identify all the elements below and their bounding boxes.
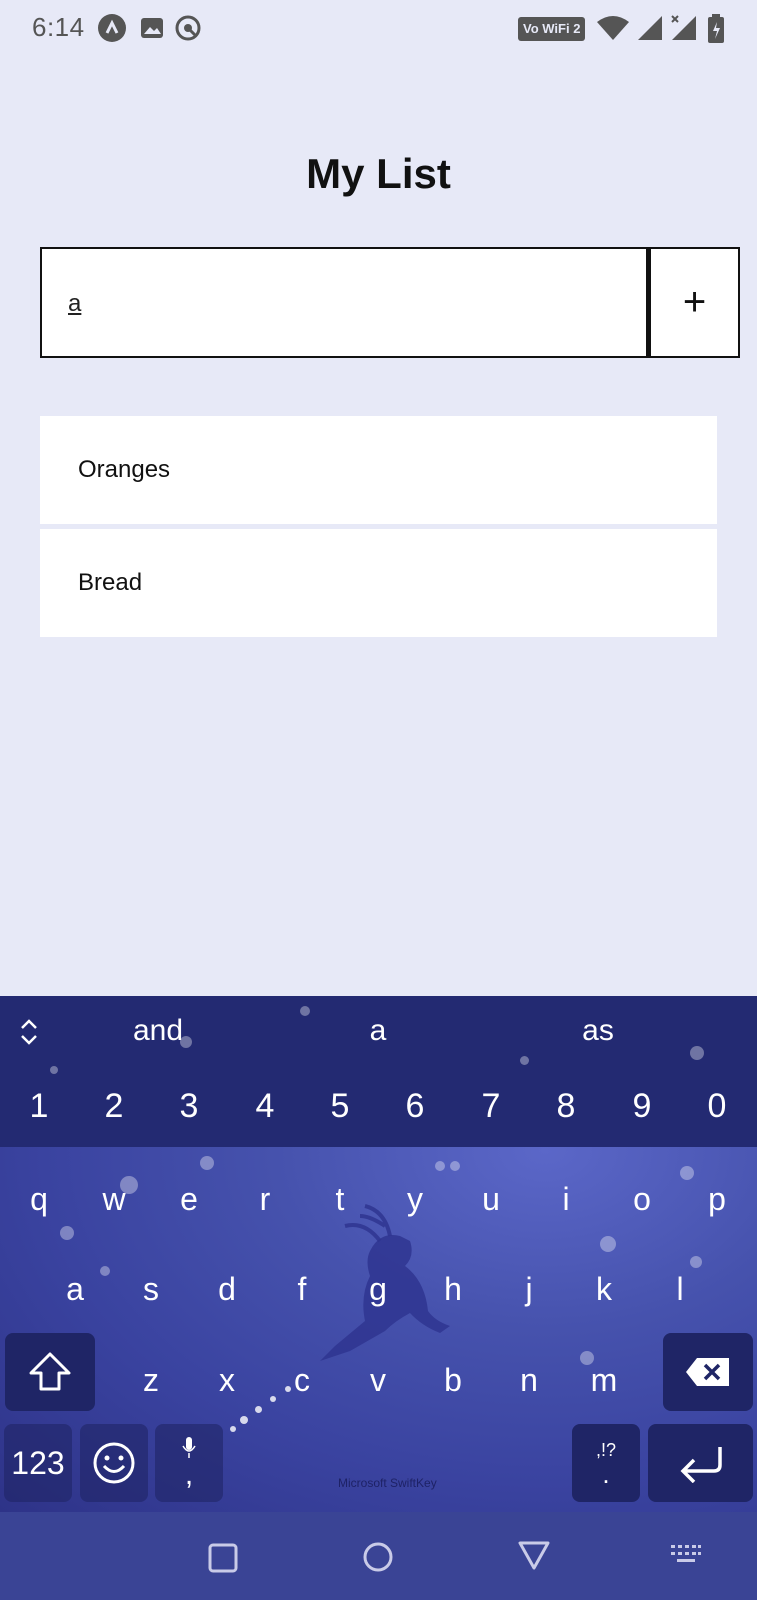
key-l[interactable]: l [650,1271,710,1308]
key-v[interactable]: v [348,1362,408,1399]
key-4[interactable]: 4 [235,1087,295,1126]
suggestion-2[interactable]: a [318,1014,438,1048]
image-icon [138,14,166,42]
battery-icon [706,14,726,43]
list-item-label: Oranges [78,456,171,483]
emoji-key[interactable] [80,1424,148,1502]
back-icon[interactable] [517,1538,551,1572]
key-b[interactable]: b [423,1362,483,1399]
recents-icon[interactable] [207,1542,239,1574]
key-j[interactable]: j [499,1271,559,1308]
key-y[interactable]: y [385,1181,445,1218]
enter-key[interactable] [648,1424,753,1502]
key-x[interactable]: x [197,1362,257,1399]
page-title: My List [306,150,451,197]
key-6[interactable]: 6 [385,1087,445,1126]
key-d[interactable]: d [197,1271,257,1308]
key-i[interactable]: i [536,1181,596,1218]
key-s[interactable]: s [121,1271,181,1308]
key-3[interactable]: 3 [159,1087,219,1126]
key-f[interactable]: f [272,1271,332,1308]
keyboard: and a as 1 2 3 4 5 6 7 8 9 0 q w e r t y… [0,996,757,1512]
home-icon[interactable] [361,1540,395,1574]
suggestion-1[interactable]: and [98,1014,218,1048]
numbers-mode-label: 123 [11,1444,65,1481]
key-c[interactable]: c [272,1362,332,1399]
enter-icon [680,1447,722,1483]
add-item-row: a + [40,247,740,358]
status-bar: 6:14 Vo WiFi 2 [0,0,757,58]
key-0[interactable]: 0 [687,1087,747,1126]
key-e[interactable]: e [159,1181,219,1218]
key-n[interactable]: n [499,1362,559,1399]
microphone-icon [182,1437,196,1458]
numbers-mode-key[interactable]: 123 [4,1424,72,1502]
backspace-key[interactable] [663,1333,753,1411]
signal-x-icon [670,14,698,42]
comma-key[interactable]: , [155,1424,223,1502]
key-8[interactable]: 8 [536,1087,596,1126]
key-k[interactable]: k [574,1271,634,1308]
signal-icon [636,14,664,42]
key-q[interactable]: q [9,1181,69,1218]
item-input-value: a [68,290,82,317]
key-o[interactable]: o [612,1181,672,1218]
key-w[interactable]: w [84,1181,144,1218]
list-item[interactable]: Bread [40,529,717,637]
key-7[interactable]: 7 [461,1087,521,1126]
emoji-icon [93,1442,135,1484]
list-item-label: Bread [78,569,143,596]
key-h[interactable]: h [423,1271,483,1308]
status-time: 6:14 [32,12,85,42]
item-input-field[interactable]: a [40,247,648,358]
keyboard-brand: Microsoft SwiftKey [338,1476,437,1490]
suggestion-3[interactable]: as [538,1014,658,1048]
item-list: Oranges Bread [40,416,717,637]
key-g[interactable]: g [348,1271,408,1308]
comma-label: , [184,1458,194,1491]
wifi-icon [596,14,630,42]
add-button[interactable]: + [648,247,740,358]
navigation-bar [0,1512,757,1600]
chevron-expand-icon[interactable] [16,1016,42,1048]
punctuation-key[interactable]: ,!? . [572,1424,640,1502]
shift-icon [29,1352,71,1391]
key-m[interactable]: m [574,1362,634,1399]
backspace-icon [686,1358,729,1386]
shift-key[interactable] [5,1333,95,1411]
sync-icon [174,14,202,42]
list-item[interactable]: Oranges [40,416,717,524]
key-u[interactable]: u [461,1181,521,1218]
key-1[interactable]: 1 [9,1087,69,1126]
key-5[interactable]: 5 [310,1087,370,1126]
key-p[interactable]: p [687,1181,747,1218]
navigation-icon [98,14,126,42]
wifi-calling-badge: Vo WiFi 2 [518,17,586,41]
key-9[interactable]: 9 [612,1087,672,1126]
keyboard-icon[interactable] [670,1544,702,1566]
key-2[interactable]: 2 [84,1087,144,1126]
key-t[interactable]: t [310,1181,370,1218]
key-r[interactable]: r [235,1181,295,1218]
key-a[interactable]: a [45,1271,105,1308]
key-z[interactable]: z [121,1362,181,1399]
punctuation-bottom-label: . [602,1458,610,1489]
plus-icon: + [682,280,707,324]
punctuation-top-label: ,!? [595,1439,616,1460]
